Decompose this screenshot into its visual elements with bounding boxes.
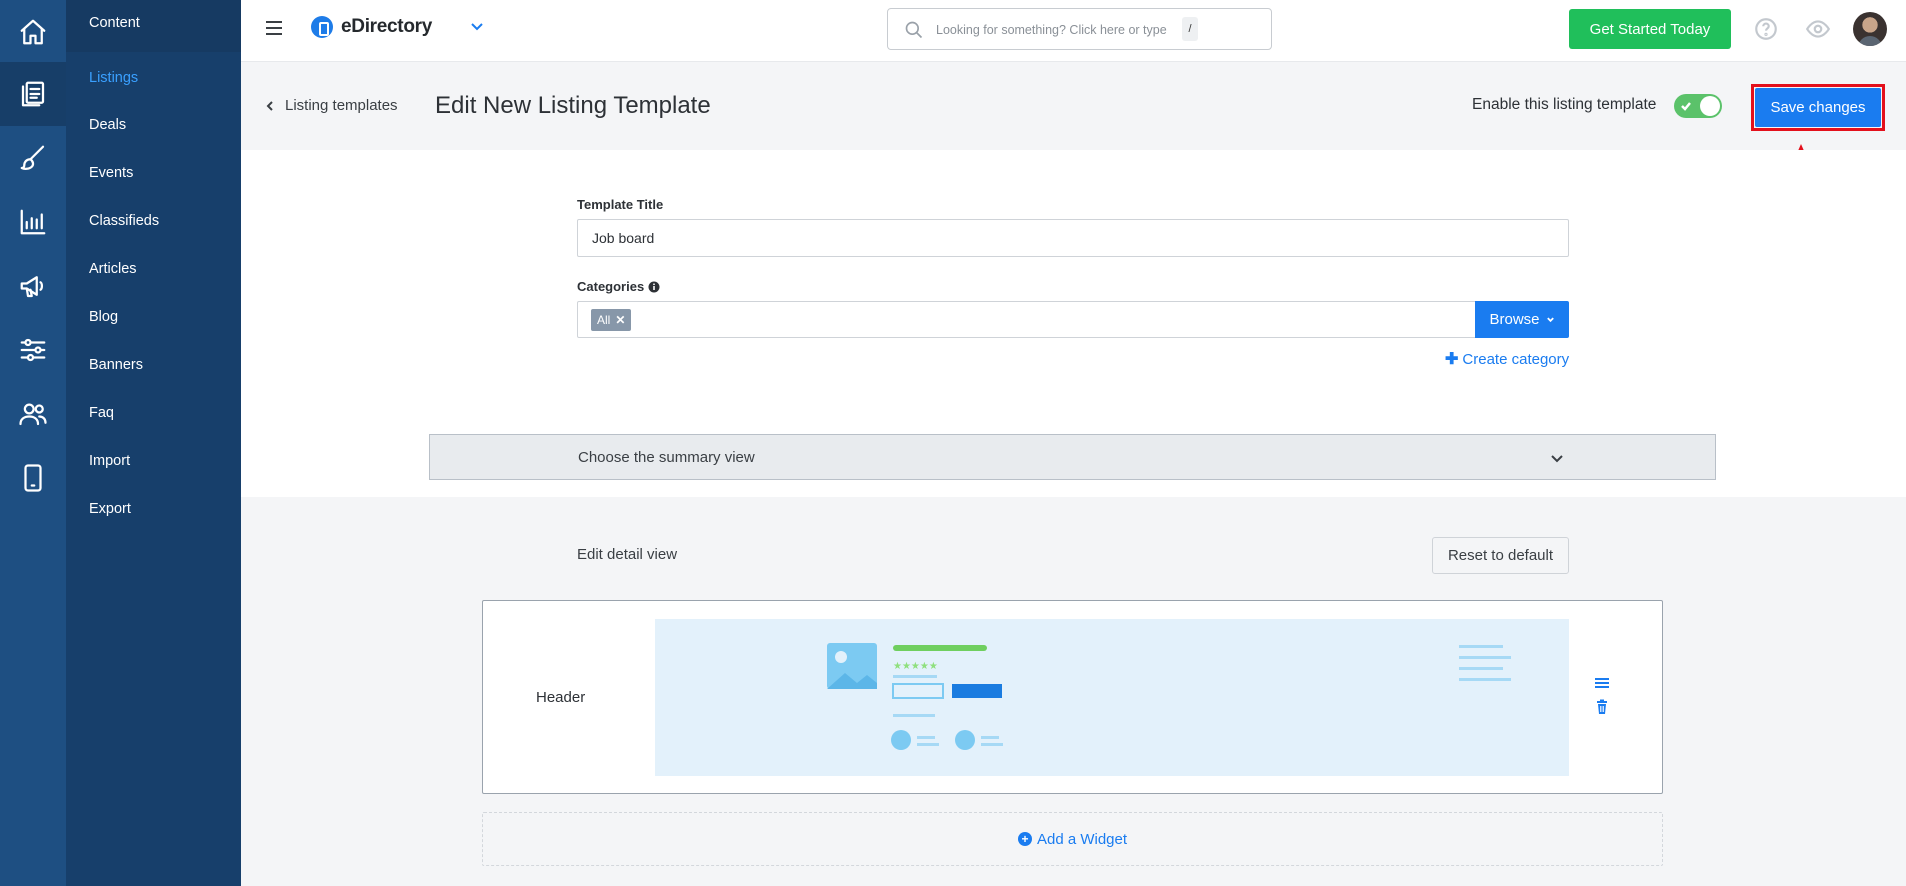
svg-text:★★★★★: ★★★★★	[893, 661, 938, 672]
back-to-listing-templates-link[interactable]: Listing templates	[265, 97, 398, 114]
enable-template-label: Enable this listing template	[1472, 96, 1657, 113]
search-input[interactable]	[936, 19, 1176, 41]
preview-button[interactable]	[1805, 16, 1831, 42]
detail-view-title: Edit detail view	[577, 546, 678, 563]
summary-view-label: Choose the summary view	[578, 449, 755, 466]
hamburger-menu-icon[interactable]	[266, 21, 282, 35]
widget-actions	[1594, 675, 1614, 729]
categories-label-row: Categories	[577, 279, 660, 294]
page-title: Edit New Listing Template	[435, 92, 711, 119]
subnav-item-banners[interactable]: Banners	[89, 357, 143, 373]
check-icon	[1681, 102, 1691, 111]
info-icon	[648, 281, 660, 292]
chevron-left-icon	[266, 100, 273, 111]
subnav-item-classifieds[interactable]: Classifieds	[89, 213, 159, 229]
subnav-header: Content	[66, 0, 241, 52]
subnav-item-faq[interactable]: Faq	[89, 405, 114, 421]
home-icon	[20, 19, 46, 45]
summary-view-accordion[interactable]: Choose the summary view	[429, 434, 1716, 480]
search-icon	[905, 21, 923, 39]
browse-button-label: Browse	[1489, 311, 1540, 328]
add-widget-button[interactable]: + Add a Widget	[482, 812, 1663, 866]
page-header: Listing templates Edit New Listing Templ…	[241, 62, 1906, 270]
header-widget-preview: ★★★★★	[655, 619, 1569, 776]
brush-icon	[20, 145, 45, 170]
megaphone-icon	[20, 276, 44, 298]
settings-sliders-icon	[20, 338, 46, 362]
mobile-icon	[24, 464, 42, 492]
back-link-label: Listing templates	[285, 97, 398, 114]
search-shortcut-key: /	[1182, 17, 1198, 41]
widget-name: Header	[536, 689, 586, 706]
brand-logo[interactable]: eDirectory	[311, 16, 432, 38]
subnav-item-listings[interactable]: Listings	[89, 70, 138, 86]
brand-name: eDirectory	[341, 16, 432, 37]
category-chip-label: All	[597, 313, 611, 327]
plus-circle-icon: +	[1017, 832, 1032, 846]
content-subnav: Content Listings Deals Events Classified…	[66, 0, 241, 886]
header-wireframe-illustration: ★★★★★	[827, 643, 1511, 750]
chevron-down-icon	[1551, 455, 1563, 463]
rail-reports[interactable]	[0, 190, 66, 254]
categories-input[interactable]: All ✕	[577, 301, 1477, 338]
trash-icon[interactable]	[1594, 699, 1610, 715]
avatar[interactable]	[1853, 12, 1887, 46]
edirectory-logo-icon	[311, 16, 333, 38]
add-widget-label: Add a Widget	[1036, 830, 1128, 848]
icon-rail	[0, 0, 66, 886]
create-category-link[interactable]: ✚ Create category	[1445, 349, 1569, 369]
rail-design[interactable]	[0, 126, 66, 190]
rail-promotion[interactable]	[0, 254, 66, 318]
search-box[interactable]: /	[887, 8, 1272, 50]
subnav-item-events[interactable]: Events	[89, 165, 133, 181]
help-button[interactable]	[1753, 16, 1779, 42]
plus-icon: ✚	[1445, 351, 1459, 368]
template-title-input[interactable]	[577, 219, 1569, 257]
template-title-label: Template Title	[577, 197, 664, 212]
chevron-down-icon	[1546, 317, 1554, 323]
rail-home[interactable]	[0, 0, 66, 64]
eye-icon	[1805, 20, 1831, 38]
question-circle-icon	[1755, 18, 1777, 40]
reports-icon	[20, 209, 46, 235]
subnav-item-deals[interactable]: Deals	[89, 117, 126, 133]
get-started-button[interactable]: Get Started Today	[1569, 9, 1731, 49]
enable-template-toggle[interactable]	[1674, 94, 1722, 118]
categories-label: Categories	[577, 279, 645, 294]
widget-card-header[interactable]: Header ★★★★★	[482, 600, 1663, 794]
browse-button[interactable]: Browse	[1475, 301, 1569, 338]
rail-settings[interactable]	[0, 318, 66, 382]
create-category-label: Create category	[1462, 350, 1570, 368]
rail-content[interactable]	[0, 62, 66, 126]
rail-users[interactable]	[0, 382, 66, 446]
subnav-item-articles[interactable]: Articles	[89, 261, 137, 277]
save-changes-button[interactable]: Save changes	[1755, 88, 1881, 127]
users-icon	[19, 403, 47, 426]
chevron-down-icon[interactable]	[469, 18, 485, 34]
drag-handle-icon[interactable]	[1594, 675, 1610, 691]
rail-mobile[interactable]	[0, 446, 66, 510]
category-chip[interactable]: All ✕	[591, 309, 632, 331]
reset-to-default-button[interactable]: Reset to default	[1432, 537, 1569, 574]
subnav-item-blog[interactable]: Blog	[89, 309, 118, 325]
content-icon	[21, 81, 45, 107]
top-bar: eDirectory / Get Started Today	[241, 0, 1906, 62]
toggle-knob	[1700, 96, 1720, 116]
subnav-item-export[interactable]: Export	[89, 501, 131, 517]
remove-chip-icon[interactable]: ✕	[615, 313, 625, 327]
subnav-item-import[interactable]: Import	[89, 453, 130, 469]
